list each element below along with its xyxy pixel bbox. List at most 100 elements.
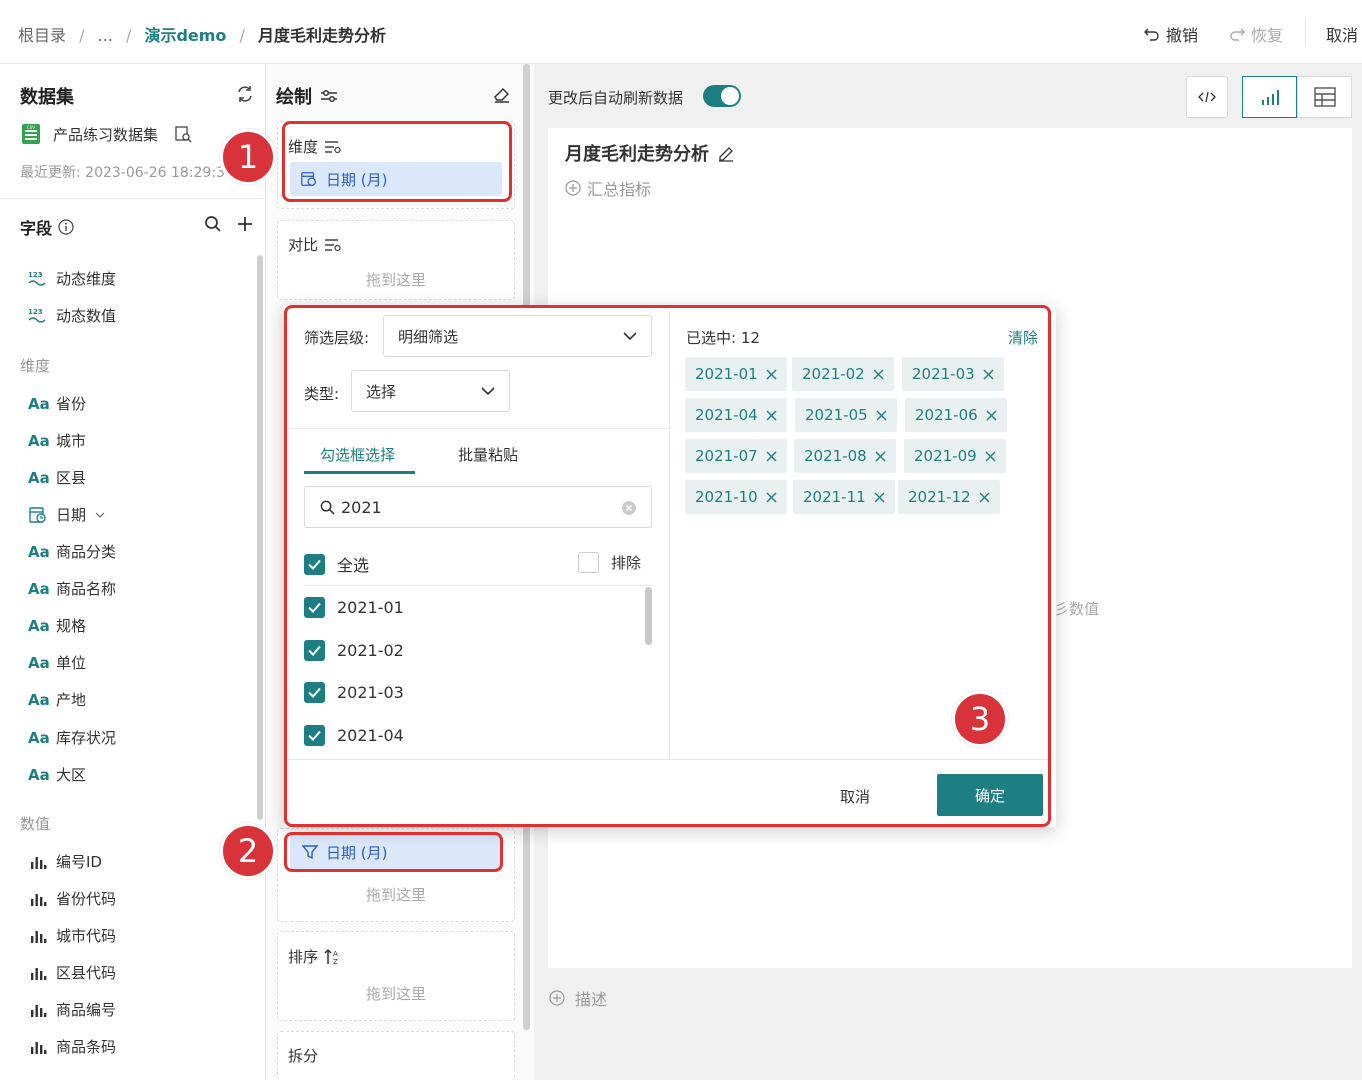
switch-dataset-icon[interactable] bbox=[235, 84, 255, 104]
dataset-name[interactable]: 产品练习数据集 bbox=[53, 124, 158, 145]
text-type-icon: Aa bbox=[28, 765, 50, 784]
field-dimension[interactable]: Aa 库存状况 bbox=[28, 727, 116, 748]
undo-button[interactable]: 撤销 bbox=[1144, 22, 1198, 46]
redo-button[interactable]: 恢复 bbox=[1229, 22, 1283, 46]
field-dimension[interactable]: Aa 大区 bbox=[28, 764, 86, 785]
annotation-highlight-dimension bbox=[282, 121, 512, 202]
edit-pencil-icon[interactable] bbox=[717, 144, 735, 162]
field-measure[interactable]: 省份代码 bbox=[28, 888, 116, 909]
sort-az-icon[interactable]: AZ bbox=[324, 948, 340, 966]
chevron-down-icon[interactable] bbox=[94, 509, 106, 521]
filter-drop-hint: 拖到这里 bbox=[365, 886, 426, 904]
field-label: 区县 bbox=[56, 469, 87, 487]
annotation-highlight-filter bbox=[284, 832, 503, 872]
text-type-icon: Aa bbox=[28, 542, 50, 561]
breadcrumb-root[interactable]: 根目录 bbox=[18, 26, 66, 45]
bar-chart-icon bbox=[31, 1041, 47, 1054]
auto-refresh-toggle[interactable] bbox=[703, 85, 741, 107]
field-measure[interactable]: 商品编号 bbox=[28, 999, 116, 1020]
chart-placeholder-hint: 彡数值 bbox=[1054, 600, 1100, 618]
field-dimension[interactable]: Aa 城市 bbox=[28, 430, 86, 451]
field-dimension[interactable]: Aa 产地 bbox=[28, 689, 86, 710]
text-type-icon: Aa bbox=[28, 431, 50, 450]
field-label: 城市 bbox=[56, 432, 87, 450]
field-dimension[interactable]: Aa 商品名称 bbox=[28, 578, 116, 599]
bar-chart-icon bbox=[1261, 90, 1279, 105]
field-label: 省份代码 bbox=[56, 890, 117, 908]
text-type-icon: Aa bbox=[28, 394, 50, 413]
info-icon[interactable] bbox=[58, 219, 74, 235]
search-icon[interactable] bbox=[204, 215, 222, 233]
field-dynamic-measure[interactable]: 123 动态数值 bbox=[28, 305, 116, 326]
field-label: 商品编号 bbox=[56, 1001, 117, 1019]
undo-label: 撤销 bbox=[1166, 26, 1199, 45]
step-badge-2: 2 bbox=[220, 823, 276, 879]
breadcrumb-separator: / bbox=[79, 26, 85, 45]
code-view-button[interactable] bbox=[1186, 76, 1228, 118]
draw-heading: 绘制 bbox=[276, 87, 312, 108]
add-field-icon[interactable] bbox=[236, 215, 254, 233]
field-measure[interactable]: 区县代码 bbox=[28, 962, 116, 983]
field-label: 动态数值 bbox=[56, 307, 117, 325]
add-metric-label: 汇总指标 bbox=[587, 180, 652, 199]
redo-icon bbox=[1230, 28, 1245, 41]
chart-view-button[interactable] bbox=[1242, 76, 1297, 118]
chart-title-text[interactable]: 月度毛利走势分析 bbox=[565, 140, 709, 166]
add-description-button[interactable]: 描述 bbox=[549, 986, 607, 1010]
table-view-button[interactable] bbox=[1297, 76, 1352, 118]
sort-label: 排序 AZ bbox=[288, 946, 340, 967]
measure-section-heading: 数值 bbox=[20, 815, 51, 833]
bar-chart-icon bbox=[31, 930, 47, 943]
dimension-section-heading: 维度 bbox=[20, 357, 51, 375]
text-type-icon: Aa bbox=[28, 579, 50, 598]
fields-scrollbar[interactable] bbox=[257, 255, 263, 820]
eraser-icon[interactable] bbox=[492, 84, 512, 104]
field-label: 日期 bbox=[56, 506, 87, 524]
draw-header: 绘制 bbox=[276, 83, 338, 109]
field-dynamic-dimension[interactable]: 123 动态维度 bbox=[28, 268, 116, 289]
undo-icon bbox=[1144, 28, 1159, 41]
text-type-icon: Aa bbox=[28, 468, 50, 487]
redo-label: 恢复 bbox=[1251, 26, 1284, 45]
list-config-icon[interactable] bbox=[324, 238, 342, 252]
table-icon bbox=[1313, 87, 1336, 107]
compare-drop-hint: 拖到这里 bbox=[365, 271, 426, 289]
bar-chart-icon bbox=[31, 856, 47, 869]
field-dimension[interactable]: Aa 规格 bbox=[28, 615, 86, 636]
sort-label-text: 排序 bbox=[288, 948, 319, 966]
field-label: 区县代码 bbox=[56, 964, 117, 982]
step-badge-1: 1 bbox=[220, 129, 276, 185]
field-label: 单位 bbox=[56, 654, 87, 672]
settings-sliders-icon[interactable] bbox=[320, 88, 338, 104]
breadcrumb-folder[interactable]: 演示demo bbox=[144, 26, 226, 45]
last-update-text: 最近更新: 2023-06-26 18:29:30 bbox=[20, 165, 234, 181]
svg-text:CSV: CSV bbox=[27, 125, 35, 130]
sort-dropzone[interactable] bbox=[277, 931, 515, 1021]
text-type-icon: Aa bbox=[28, 616, 50, 635]
field-dimension[interactable]: Aa 省份 bbox=[28, 393, 86, 414]
cancel-top-label: 取消 bbox=[1326, 26, 1359, 45]
field-measure[interactable]: 商品条码 bbox=[28, 1036, 116, 1057]
cancel-top-button[interactable]: 取消 bbox=[1326, 22, 1358, 46]
field-label: 动态维度 bbox=[56, 270, 117, 288]
field-dimension[interactable]: Aa 单位 bbox=[28, 652, 86, 673]
bar-chart-icon bbox=[31, 967, 47, 980]
add-metric-button[interactable]: 汇总指标 bbox=[565, 176, 651, 200]
breadcrumb-ellipsis[interactable]: ... bbox=[98, 26, 113, 45]
field-label: 商品分类 bbox=[56, 543, 117, 561]
top-bar: 根目录 / ... / 演示demo / 月度毛利走势分析 撤销 恢复 取消 bbox=[0, 0, 1362, 64]
field-dimension[interactable]: Aa 商品分类 bbox=[28, 541, 116, 562]
field-measure[interactable]: 编号ID bbox=[28, 851, 102, 872]
dynamic-field-icon: 123 bbox=[28, 308, 46, 323]
field-label: 大区 bbox=[56, 766, 87, 784]
breadcrumb-separator: / bbox=[239, 26, 245, 45]
field-dimension[interactable]: Aa 区县 bbox=[28, 467, 86, 488]
field-label: 库存状况 bbox=[56, 729, 117, 747]
compare-label: 对比 bbox=[288, 234, 342, 255]
csv-file-icon: CSV bbox=[22, 124, 40, 144]
preview-dataset-icon[interactable] bbox=[174, 125, 192, 143]
toggle-knob bbox=[721, 87, 739, 105]
field-dimension-date[interactable]: 日期 bbox=[28, 504, 106, 525]
sort-drop-hint: 拖到这里 bbox=[365, 985, 426, 1003]
field-measure[interactable]: 城市代码 bbox=[28, 925, 116, 946]
